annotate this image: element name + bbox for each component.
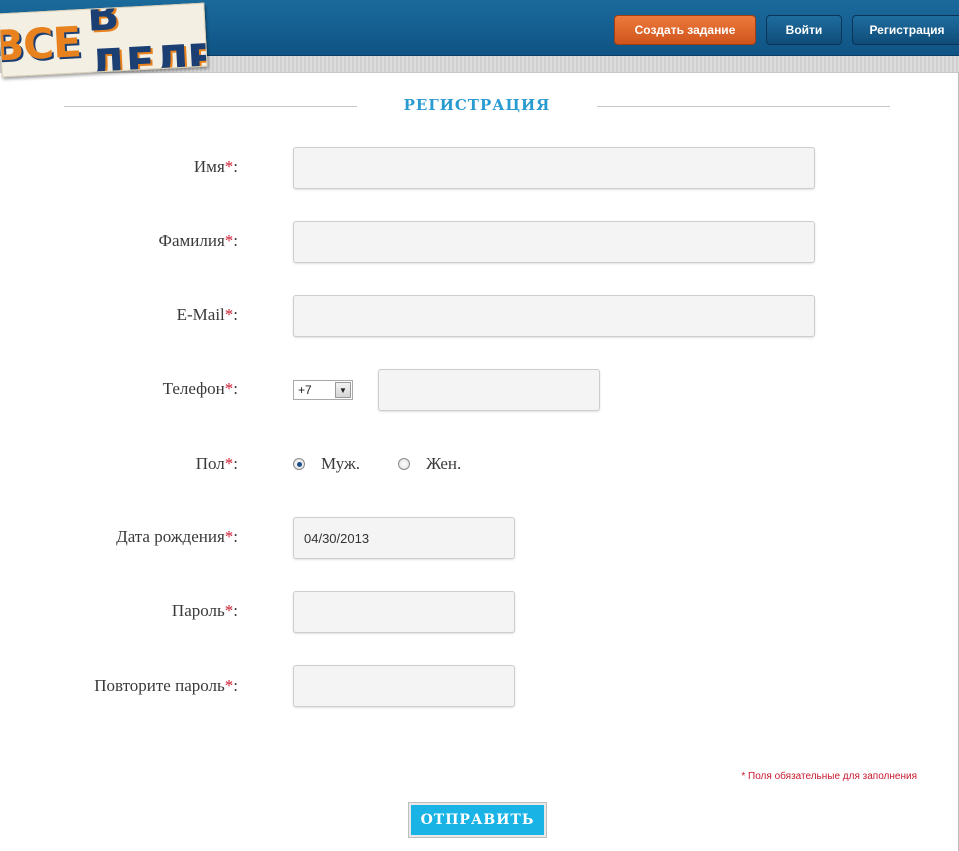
gender-female-radio[interactable] [398,458,410,470]
country-code-select[interactable]: +7 ▼ [293,380,353,400]
register-button[interactable]: Регистрация [852,15,959,45]
password-repeat-input[interactable] [293,665,515,707]
gender-label: Пол*: [195,454,238,473]
logo-word-1: ВСЕ [0,16,82,71]
first-name-label: Имя*: [193,157,238,176]
gender-male-label[interactable]: Муж. [321,454,360,474]
create-task-button[interactable]: Создать задание [614,15,756,45]
last-name-label: Фамилия*: [158,231,238,250]
chevron-down-icon[interactable]: ▼ [335,382,351,398]
form-title: РЕГИСТРАЦИЯ [403,96,551,114]
required-fields-note: * Поля обязательные для заполнения [741,771,917,782]
first-name-input[interactable] [293,147,815,189]
phone-label: Телефон*: [162,379,238,398]
submit-button[interactable]: ОТПРАВИТЬ [408,802,547,838]
password-repeat-label: Повторите пароль*: [94,676,238,695]
site-logo[interactable]: ВСЕ В ДЕЛЕ [0,2,208,78]
title-divider-right [597,106,890,107]
form-title-row: РЕГИСТРАЦИЯ [0,93,959,123]
gender-female-label[interactable]: Жен. [426,454,461,474]
phone-input[interactable] [378,369,600,411]
logo-word-2: В ДЕЛЕ [85,2,208,78]
birth-date-label: Дата рождения*: [116,527,238,546]
title-divider-left [64,106,357,107]
email-label: E-Mail*: [176,305,238,324]
password-input[interactable] [293,591,515,633]
last-name-input[interactable] [293,221,815,263]
birth-date-input[interactable]: 04/30/2013 [293,517,515,559]
email-input[interactable] [293,295,815,337]
gender-male-radio[interactable] [293,458,305,470]
password-label: Пароль*: [171,601,238,620]
login-button[interactable]: Войти [766,15,842,45]
country-code-value: +7 [298,383,312,397]
